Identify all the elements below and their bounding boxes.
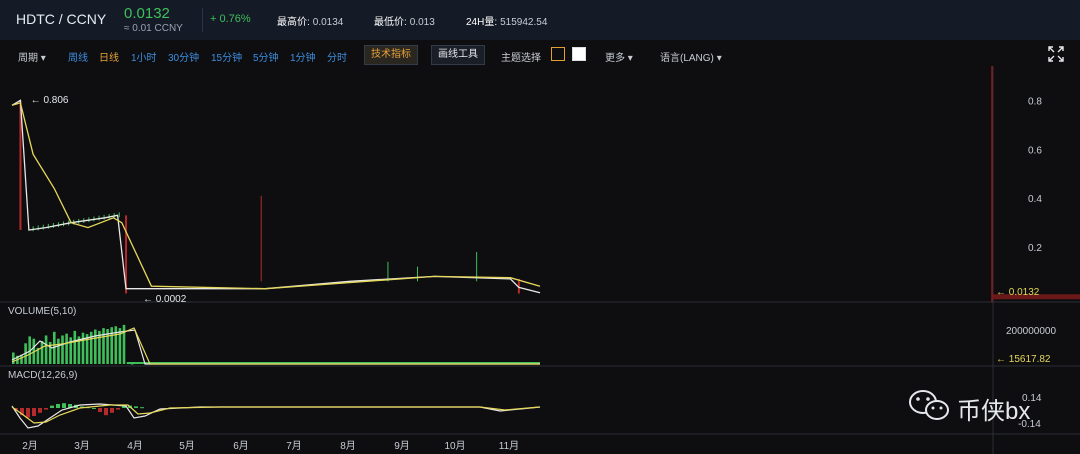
fullscreen-icon[interactable] (1048, 46, 1064, 62)
macd-histogram-bar (50, 405, 54, 408)
light-theme-swatch[interactable] (572, 47, 586, 61)
x-tick-label: 8月 (340, 440, 356, 452)
price-change: + 0.76% (210, 13, 251, 25)
tab-timeline[interactable]: 分时 (327, 49, 347, 64)
macd-histogram-bar (140, 407, 144, 409)
volume-bar (40, 341, 44, 364)
more-label: 更多 (605, 53, 625, 64)
x-tick-label: 11月 (499, 440, 519, 452)
x-tick-label: 3月 (74, 440, 90, 452)
tab-15m[interactable]: 15分钟 (211, 49, 242, 64)
volume-label: 24H量: (466, 17, 498, 28)
macd-signal-line (11, 404, 541, 424)
volume-bar (102, 328, 105, 364)
ma-line (11, 102, 541, 290)
macd-line (11, 403, 541, 429)
x-tick-label: 4月 (127, 440, 143, 452)
volume-bar (65, 333, 68, 364)
language-dropdown[interactable]: 语言(LANG) ▾ (660, 49, 722, 64)
volume-stat: 24H量: 515942.54 (466, 13, 547, 28)
ticker-header: HDTC / CCNY 0.0132 ≈ 0.01 CCNY + 0.76% 最… (0, 0, 1080, 40)
volume-title: VOLUME(5,10) (8, 306, 76, 317)
tab-1h[interactable]: 1小时 (131, 49, 157, 64)
caret-down-icon: ▾ (627, 53, 633, 64)
macd-histogram-bar (38, 408, 42, 413)
high-stat: 最高价: 0.0134 (277, 13, 343, 28)
tab-weekly[interactable]: 周线 (68, 49, 88, 64)
header-divider (202, 8, 203, 32)
low-label: 最低价: (374, 17, 407, 28)
drawing-tools-button[interactable]: 画线工具 (431, 45, 485, 65)
macd-histogram-bar (26, 408, 30, 418)
macd-histogram-bar (44, 408, 48, 410)
theme-label: 主题选择 (501, 53, 541, 64)
low-annotation: ← 0.0002 (143, 294, 187, 305)
language-label: 语言(LANG) (660, 53, 714, 64)
price-approx: ≈ 0.01 CCNY (124, 23, 183, 34)
volume-tick-label: 200000000 (1006, 326, 1056, 337)
macd-title: MACD(12,26,9) (8, 370, 77, 381)
pair-title[interactable]: HDTC / CCNY (16, 11, 106, 27)
macd-histogram-bar (56, 404, 60, 408)
chart-toolbar: 周期 ▾ 周线 日线 1小时 30分钟 15分钟 5分钟 1分钟 分时 技术指标… (0, 42, 1080, 68)
caret-down-icon: ▾ (40, 53, 46, 64)
watermark: 币侠bx (908, 388, 1078, 425)
period-dropdown[interactable]: 周期 ▾ (18, 49, 46, 64)
x-tick-label: 7月 (286, 440, 302, 452)
volume-bar (61, 335, 64, 364)
volume-bar (44, 335, 48, 364)
low-value: 0.013 (409, 17, 435, 28)
macd-histogram-bar (104, 408, 108, 416)
indicators-button[interactable]: 技术指标 (364, 45, 418, 65)
dark-theme-swatch[interactable] (551, 47, 565, 61)
tab-5m[interactable]: 5分钟 (253, 49, 279, 64)
tab-daily[interactable]: 日线 (99, 49, 119, 64)
high-label: 最高价: (277, 17, 310, 28)
volume-value: 515942.54 (500, 17, 548, 28)
volume-bar (73, 330, 77, 364)
tab-30m[interactable]: 30分钟 (168, 49, 199, 64)
macd-histogram-bar (116, 408, 120, 410)
volume-last-label: ← 15617.82 (996, 354, 1051, 365)
macd-histogram-bar (98, 408, 102, 412)
macd-histogram-bar (122, 406, 126, 408)
macd-histogram-bar (110, 408, 114, 413)
y-tick-label: 0.4 (1028, 194, 1042, 205)
more-dropdown[interactable]: 更多 ▾ (605, 49, 633, 64)
macd-histogram-bar (92, 408, 96, 409)
x-tick-label: 5月 (179, 440, 195, 452)
macd-histogram-bar (134, 406, 138, 408)
x-tick-label: 9月 (394, 440, 410, 452)
ma-line (11, 99, 541, 294)
period-label: 周期 (18, 53, 38, 64)
y-tick-label: 0.2 (1028, 243, 1042, 254)
last-price: 0.0132 (124, 5, 170, 22)
x-tick-label: 2月 (22, 440, 38, 452)
high-value: 0.0134 (312, 17, 344, 28)
high-annotation: ← 0.806 (31, 95, 69, 106)
low-stat: 最低价: 0.013 (374, 13, 435, 28)
last-price-annotation: ← 0.0132 (996, 287, 1040, 298)
x-tick-label: 6月 (233, 440, 249, 452)
volume-bar (81, 332, 85, 364)
macd-histogram-bar (32, 408, 36, 416)
x-tick-label: 10月 (444, 440, 465, 452)
y-tick-label: 0.8 (1028, 96, 1042, 107)
y-tick-label: 0.6 (1028, 145, 1042, 156)
macd-histogram-bar (62, 403, 66, 408)
volume-bar (94, 329, 97, 364)
wechat-icon (909, 390, 949, 420)
volume-bar (57, 338, 60, 364)
watermark-text: 币侠bx (957, 398, 1031, 425)
caret-down-icon: ▾ (716, 53, 722, 64)
tab-1m[interactable]: 1分钟 (290, 49, 316, 64)
